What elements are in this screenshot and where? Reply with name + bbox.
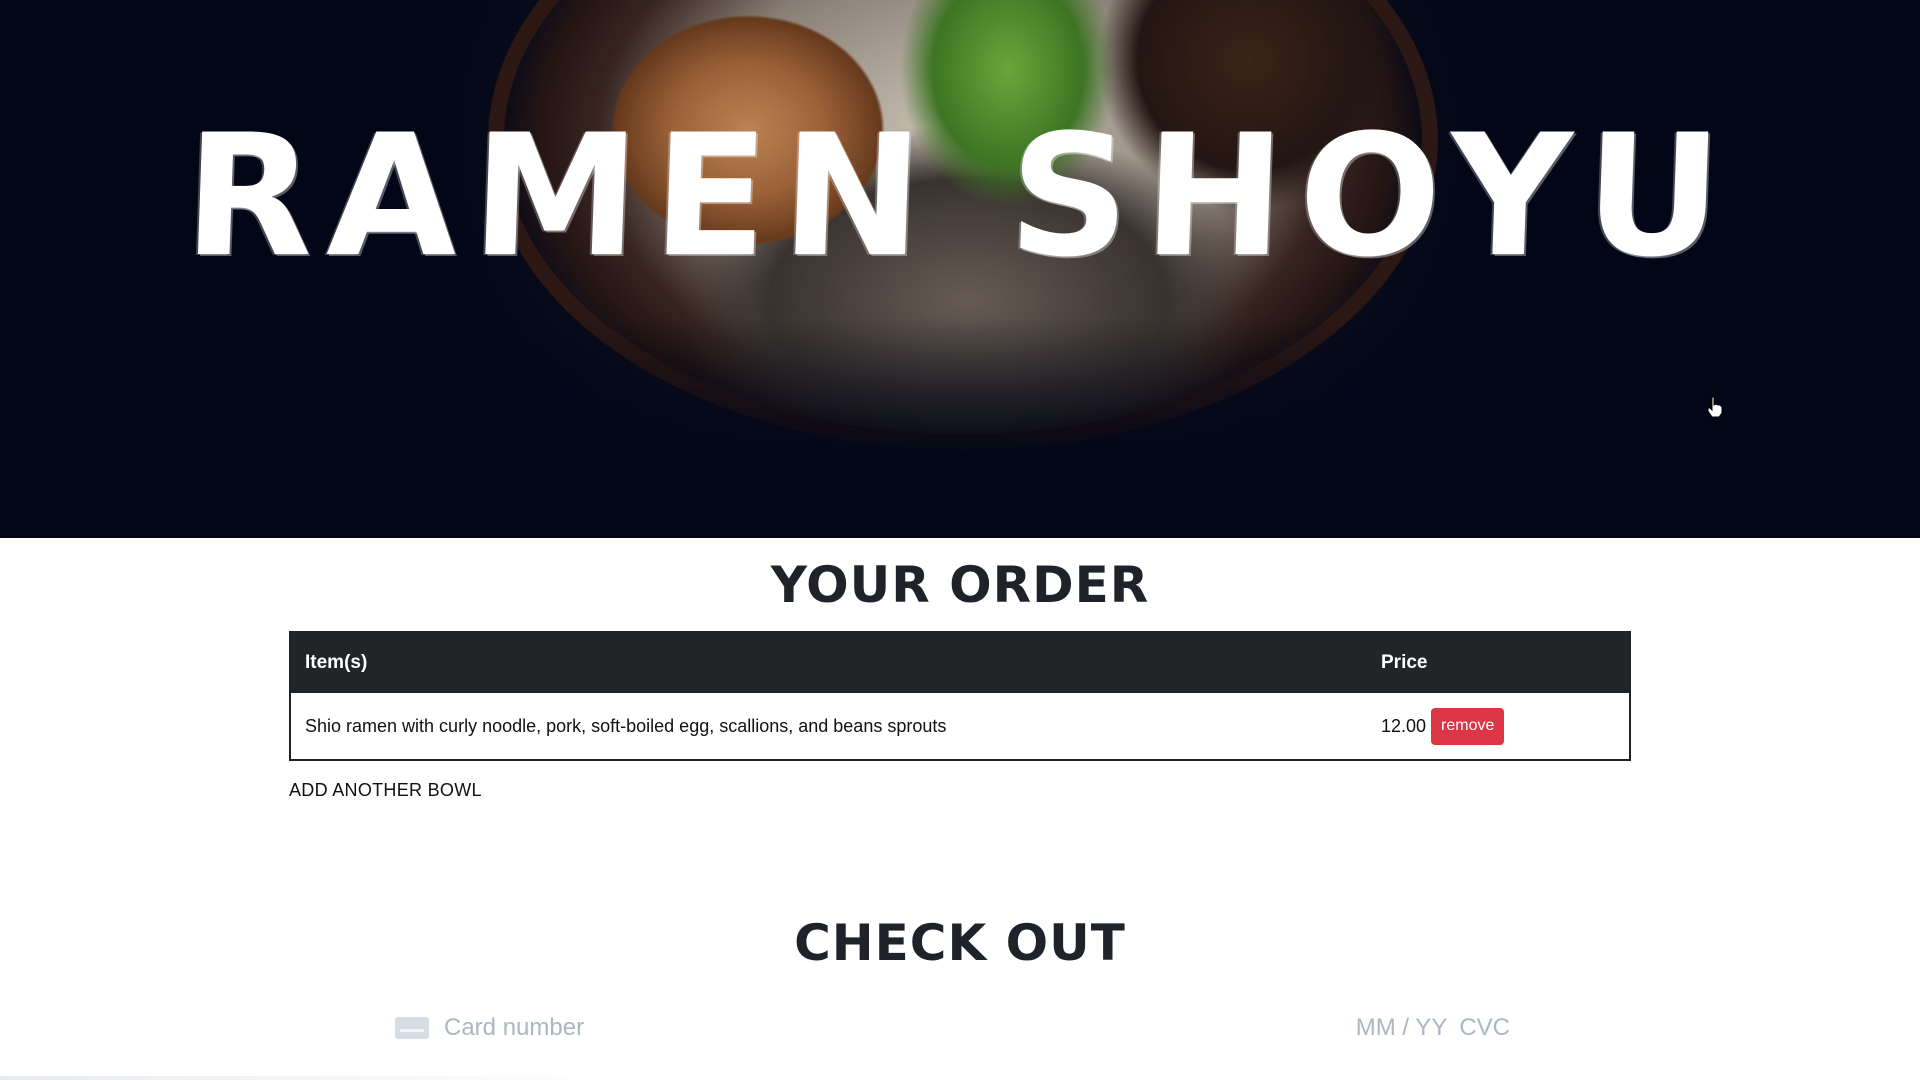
divider — [0, 1076, 620, 1080]
column-header-price: Price — [1381, 652, 1428, 673]
order-section-title: YOUR ORDER — [770, 556, 1150, 614]
table-header: Item(s) Price — [291, 633, 1629, 693]
checkout-section-title: CHECK OUT — [794, 914, 1126, 972]
card-cvc-input[interactable]: CVC — [1459, 1014, 1510, 1042]
hero-banner: RAMEN SHOYU — [0, 0, 1920, 538]
card-number-input[interactable]: Card number — [444, 1014, 1356, 1042]
add-another-bowl-link[interactable]: ADD ANOTHER BOWL — [289, 780, 482, 801]
order-item-price-cell: 12.00 remove — [1381, 707, 1629, 745]
remove-item-button[interactable]: remove — [1431, 707, 1505, 745]
hero-gradient — [0, 318, 1920, 538]
table-row: Shio ramen with curly noodle, pork, soft… — [291, 693, 1629, 759]
column-header-items: Item(s) — [305, 652, 368, 673]
credit-card-icon — [395, 1017, 429, 1039]
card-payment-field[interactable]: Card number MM / YY CVC — [395, 1010, 1510, 1046]
order-item-description: Shio ramen with curly noodle, pork, soft… — [305, 715, 947, 736]
order-item-price: 12.00 — [1381, 715, 1427, 736]
card-expiry-input[interactable]: MM / YY — [1356, 1014, 1448, 1042]
hand-cursor-icon — [1707, 396, 1723, 418]
order-table: Item(s) Price Shio ramen with curly nood… — [289, 631, 1631, 761]
hero-title: RAMEN SHOYU — [181, 98, 1739, 294]
